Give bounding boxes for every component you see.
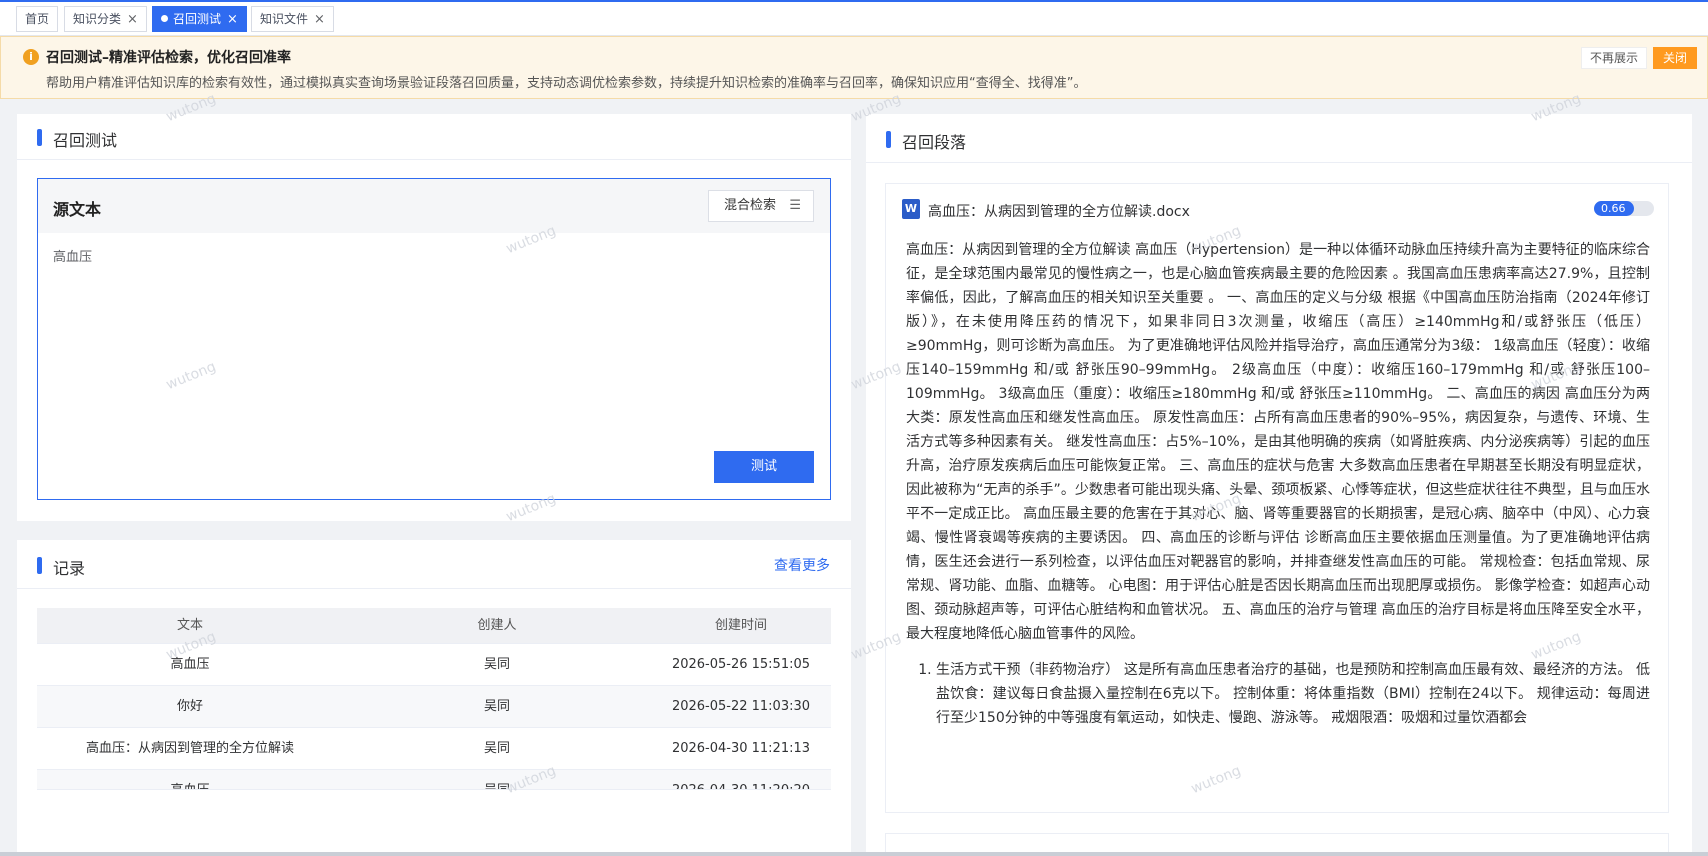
divider: [17, 588, 851, 589]
document-name[interactable]: 高血压：从病因到管理的全方位解读.docx: [928, 201, 1190, 221]
tab-label: 知识文件: [260, 12, 309, 26]
similarity-score: 0.66: [1601, 202, 1626, 215]
cell-time: 2026-05-26 15:51:05: [671, 657, 811, 672]
tab-label: 召回测试: [173, 12, 222, 26]
dont-show-again-button[interactable]: 不再展示: [1581, 47, 1648, 69]
list-item: 生活方式干预（非药物治疗） 这是所有高血压患者治疗的基础，也是预防和控制高血压最…: [936, 658, 1650, 730]
notice-description: 帮助用户精准评估知识库的检索有效性，通过模拟真实查询场景验证段落召回质量，支持动…: [46, 76, 1087, 91]
table-row[interactable]: 高血压 吴同 2026-04-30 11:20:20: [37, 770, 831, 790]
column-header-creator: 创建人: [477, 618, 517, 633]
info-icon: i: [23, 49, 39, 65]
tab-label: 首页: [25, 12, 50, 26]
settings-sliders-icon: ☰: [789, 198, 801, 213]
close-icon[interactable]: ×: [227, 12, 238, 27]
paragraph-list: 生活方式干预（非药物治疗） 这是所有高血压患者治疗的基础，也是预防和控制高血压最…: [906, 658, 1650, 730]
tab-knowledge-files[interactable]: 知识文件 ×: [251, 6, 334, 32]
table-row[interactable]: 你好 吴同 2026-05-22 11:03:30: [37, 686, 831, 728]
cell-text: 你好: [176, 699, 203, 714]
notice-title: 召回测试–精准评估检索，优化召回准率: [46, 50, 291, 66]
close-icon[interactable]: ×: [314, 12, 325, 27]
table-row[interactable]: 高血压：从病因到管理的全方位解读 吴同 2026-04-30 11:21:13: [37, 728, 831, 770]
column-header-time: 创建时间: [714, 618, 767, 633]
panel-title: 召回测试: [37, 127, 117, 151]
divider: [17, 159, 851, 160]
tab-label: 知识分类: [73, 12, 122, 26]
source-text-box: 源文本 混合检索 ☰ 高血压 测试: [37, 178, 831, 500]
cell-time: 2026-05-22 11:03:30: [671, 699, 811, 714]
similarity-score-bar: 0.66: [1594, 201, 1654, 216]
table-row[interactable]: 高血压 吴同 2026-05-26 15:51:05: [37, 644, 831, 686]
close-icon[interactable]: ×: [127, 12, 138, 27]
view-more-link[interactable]: 查看更多: [774, 555, 830, 575]
cell-time: 2026-04-30 11:21:13: [671, 741, 811, 756]
search-mode-button[interactable]: 混合检索 ☰: [708, 190, 814, 222]
panel-title: 记录: [37, 555, 85, 579]
divider: [866, 162, 1692, 163]
search-mode-label: 混合检索: [724, 198, 777, 213]
cell-creator: 吴同: [483, 699, 510, 714]
cell-creator: 吴同: [343, 770, 651, 789]
tab-home[interactable]: 首页: [16, 6, 59, 32]
tab-recall-test[interactable]: 召回测试 ×: [152, 6, 247, 32]
cell-time: 2026-04-30 11:20:20: [651, 770, 831, 789]
paragraph-text: 高血压：从病因到管理的全方位解读 高血压（Hypertension）是一种以体循…: [906, 242, 1650, 642]
close-notice-button[interactable]: 关闭: [1653, 47, 1698, 69]
records-table: 文本 创建人 创建时间 高血压 吴同 2026-05-26 15:51:05 你…: [37, 608, 831, 790]
notice-banner: i 召回测试–精准评估检索，优化召回准率 帮助用户精准评估知识库的检索有效性，通…: [0, 36, 1708, 99]
bottom-scrollbar-track[interactable]: [0, 852, 1708, 856]
cell-creator: 吴同: [483, 657, 510, 672]
table-header: 文本 创建人 创建时间: [37, 608, 831, 644]
source-text-input[interactable]: 高血压: [53, 246, 92, 265]
test-button[interactable]: 测试: [714, 451, 814, 483]
source-label: 源文本: [53, 200, 102, 219]
cell-creator: 吴同: [483, 741, 510, 756]
panel-title: 召回段落: [886, 129, 966, 153]
word-document-icon: W: [902, 199, 920, 219]
active-dot-icon: [161, 15, 168, 22]
tab-knowledge-category[interactable]: 知识分类 ×: [64, 6, 147, 32]
paragraph-card: W 高血压：从病因到管理的全方位解读.docx 0.66 高血压：从病因到管理的…: [885, 183, 1669, 813]
cell-text: 高血压: [37, 770, 343, 789]
tab-bar: 首页 知识分类 × 召回测试 × 知识文件 ×: [0, 2, 1708, 36]
source-header: 源文本 混合检索 ☰: [38, 179, 830, 233]
cell-text: 高血压：从病因到管理的全方位解读: [85, 741, 294, 756]
